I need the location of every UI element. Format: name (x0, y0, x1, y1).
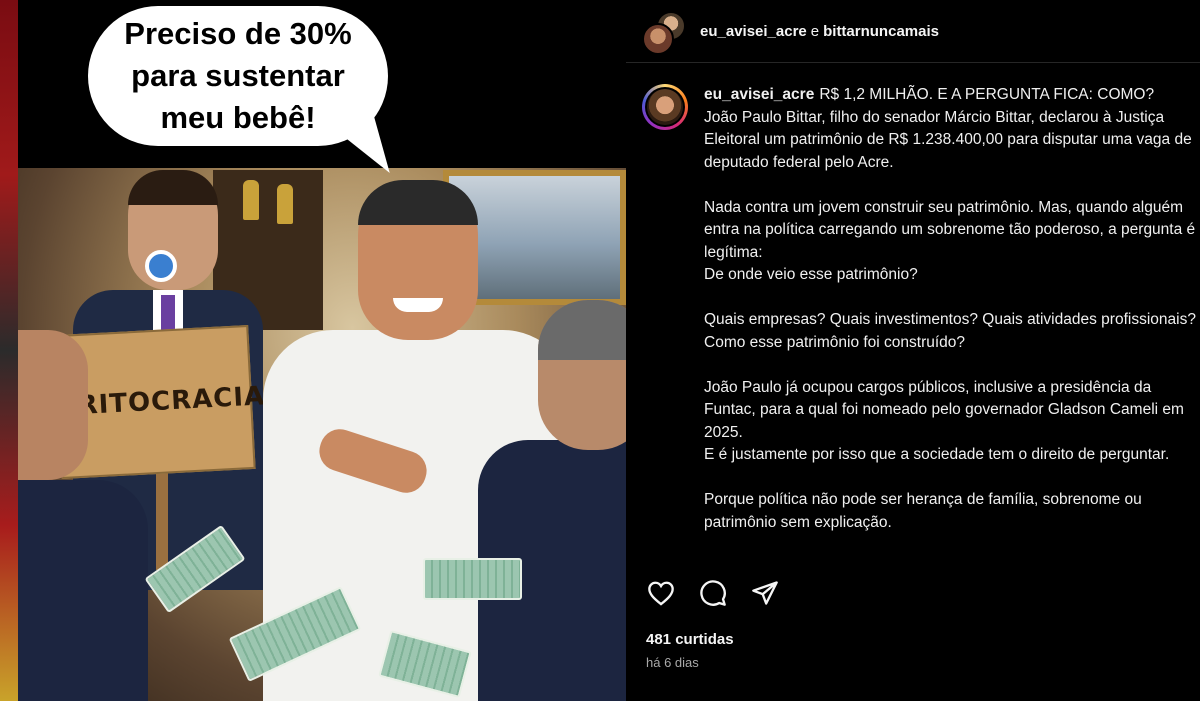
post-header: eu_avisei_acre e bittarnuncamais (626, 0, 1200, 63)
avatar (647, 89, 683, 125)
caption-paragraph: João Paulo Bittar, filho do senador Márc… (704, 108, 1192, 171)
post-panel: eu_avisei_acre e bittarnuncamais eu_avisei… (626, 0, 1200, 701)
speech-bubble: Preciso de 30% para sustentar meu bebê! (88, 6, 388, 146)
hair (538, 300, 626, 360)
likes-count[interactable]: 481 curtidas (646, 631, 734, 648)
username-link[interactable]: bittarnuncamais (823, 23, 939, 40)
caption-paragraph: Nada contra um jovem construir seu patri… (704, 198, 1196, 261)
username-link[interactable]: eu_avisei_acre (700, 23, 807, 40)
separator-text: e (810, 22, 820, 40)
caption: eu_avisei_acre R$ 1,2 MILHÃO. E A PERGUNT… (704, 84, 1200, 534)
suit (18, 480, 148, 701)
comment-icon[interactable] (698, 578, 728, 608)
caption-row: eu_avisei_acre R$ 1,2 MILHÃO. E A PERGUNT… (642, 84, 1200, 534)
money-stack (423, 558, 522, 600)
head (18, 330, 88, 480)
avatar (642, 23, 674, 55)
background-strip (0, 0, 18, 701)
caption-username[interactable]: eu_avisei_acre (704, 86, 814, 103)
caption-headline: R$ 1,2 MILHÃO. E A PERGUNTA FICA: COMO? (819, 86, 1155, 103)
caption-paragraph: Quais empresas? Quais investimentos? Qua… (704, 311, 1196, 351)
post-date[interactable]: há 6 dias (646, 655, 699, 670)
speech-text: Preciso de 30% para sustentar meu bebê! (124, 16, 352, 135)
smile (393, 298, 443, 312)
hair (358, 180, 478, 225)
collab-avatars[interactable] (642, 11, 686, 55)
caption-paragraph: De onde veio esse patrimônio? (704, 266, 918, 283)
heart-icon[interactable] (646, 578, 676, 608)
seated-man-right (478, 300, 626, 701)
pacifier (145, 250, 177, 282)
post-image[interactable]: MERITOCRACIA! Preciso de 30% para susten… (18, 0, 626, 701)
collab-usernames: eu_avisei_acre e bittarnuncamais (700, 23, 939, 40)
action-bar (646, 578, 780, 608)
story-ring-avatar[interactable] (642, 84, 688, 130)
share-icon[interactable] (750, 578, 780, 608)
caption-paragraph: João Paulo já ocupou cargos públicos, in… (704, 378, 1184, 441)
seated-man-left (18, 330, 148, 701)
sign-stick (156, 460, 168, 570)
hair (128, 170, 218, 205)
caption-paragraph: Porque política não pode ser herança de … (704, 491, 1142, 531)
caption-paragraph: E é justamente por isso que a sociedade … (704, 446, 1170, 463)
